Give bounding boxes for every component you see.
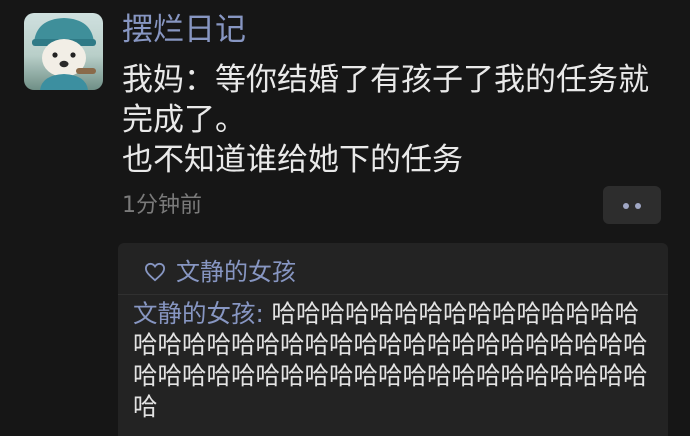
comment-separator: :: [255, 299, 272, 328]
comment-item[interactable]: 文静的女孩: 哈哈哈哈哈哈哈哈哈哈哈哈哈哈哈哈哈哈哈哈哈哈哈哈哈哈哈哈哈哈哈哈哈…: [133, 298, 663, 422]
more-dots-icon: [623, 203, 629, 209]
post-timestamp: 1分钟前: [122, 193, 202, 218]
heart-outline-icon: [144, 262, 166, 282]
post-line: 也不知道谁给她下的任务: [122, 142, 463, 178]
more-actions-button[interactable]: [603, 186, 661, 224]
dog-avatar-icon: [32, 18, 96, 90]
post-username[interactable]: 摆烂日记: [122, 10, 246, 50]
more-dots-icon: [635, 203, 641, 209]
post-content: 我妈：等你结婚了有孩子了我的任务就 完成了。 也不知道谁给她下的任务: [122, 60, 672, 180]
post-line: 我妈：等你结婚了有孩子了我的任务就: [122, 62, 649, 98]
comment-author[interactable]: 文静的女孩: [133, 299, 256, 328]
moments-post-screen: 摆烂日记 我妈：等你结婚了有孩子了我的任务就 完成了。 也不知道谁给她下的任务 …: [0, 0, 690, 436]
divider: [118, 294, 668, 295]
avatar[interactable]: [24, 13, 103, 90]
post-line: 完成了。: [122, 102, 246, 138]
like-user-name[interactable]: 文静的女孩: [176, 255, 296, 289]
